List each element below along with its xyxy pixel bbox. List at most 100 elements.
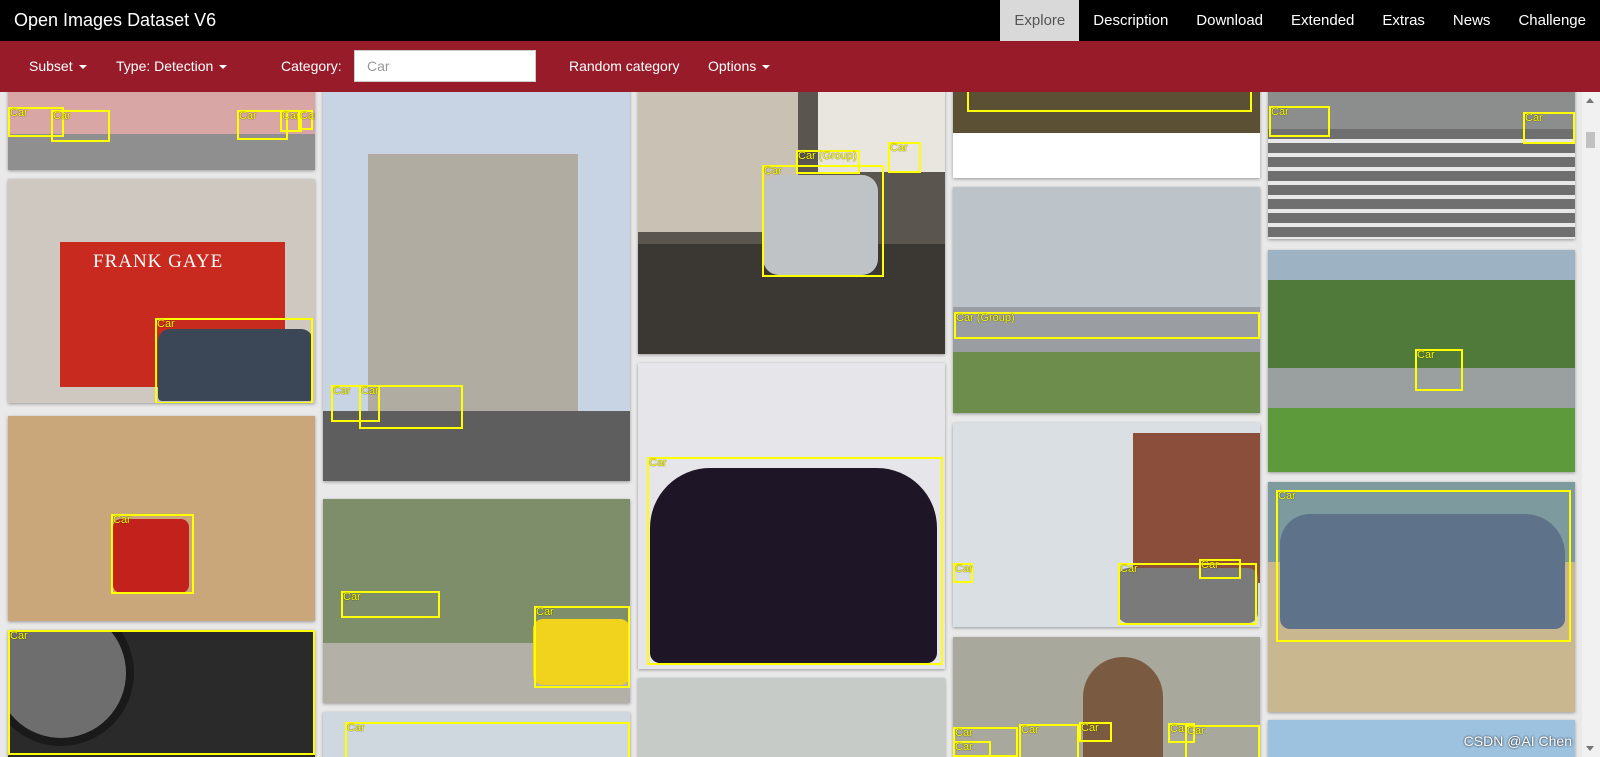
nav-description[interactable]: Description bbox=[1079, 0, 1182, 41]
bbox-label: Car bbox=[1271, 106, 1289, 118]
bbox: Car bbox=[953, 741, 991, 757]
watermark: CSDN @AI Chen bbox=[1463, 733, 1572, 749]
image-tile[interactable]: FRANK GAYE Car bbox=[8, 179, 315, 403]
bbox-label: Car bbox=[300, 110, 315, 122]
crosswalk-art bbox=[1268, 129, 1575, 239]
image-tile[interactable]: Car Car bbox=[1268, 92, 1575, 239]
image-tile[interactable]: Car Car Car Car Car Car bbox=[953, 637, 1260, 757]
bbox-label: Car bbox=[347, 722, 365, 734]
bbox: Car bbox=[1019, 724, 1079, 757]
bbox-label: Car bbox=[536, 606, 554, 618]
image-grid: Car Car Car Car Car FRANK GAYE Car Car C… bbox=[0, 92, 1580, 757]
bbox-label: Car bbox=[955, 741, 973, 753]
bbox: Car bbox=[1415, 349, 1463, 391]
subset-label: Subset bbox=[29, 58, 73, 74]
options-dropdown[interactable]: Options bbox=[708, 41, 771, 92]
caret-down-icon bbox=[219, 65, 228, 70]
bbox-label: Car bbox=[1021, 724, 1039, 736]
bbox: Car bbox=[762, 165, 884, 277]
bbox-label: Car bbox=[239, 110, 257, 122]
bbox-label: Car bbox=[1120, 563, 1138, 575]
random-category-button[interactable]: Random category bbox=[569, 41, 680, 92]
top-navbar: Open Images Dataset V6 Explore Descripti… bbox=[0, 0, 1600, 41]
bbox-label: Car bbox=[955, 563, 973, 575]
bbox: Car bbox=[111, 514, 194, 594]
options-label: Options bbox=[708, 58, 757, 74]
bbox: Car bbox=[51, 110, 110, 142]
bbox-label: Car bbox=[764, 165, 782, 177]
bbox: Car bbox=[1185, 725, 1260, 757]
bbox: Car bbox=[534, 606, 630, 688]
bbox: Car bbox=[953, 563, 973, 583]
bbox: Car (Group) bbox=[954, 312, 1260, 339]
bbox-label: Car bbox=[1187, 725, 1205, 737]
nav-explore[interactable]: Explore bbox=[1000, 0, 1080, 41]
nav-news[interactable]: News bbox=[1439, 0, 1505, 41]
bbox: Car bbox=[8, 630, 315, 755]
category-input[interactable] bbox=[354, 50, 536, 82]
image-tile[interactable]: Car bbox=[8, 630, 315, 757]
type-label: Type: Detection bbox=[116, 58, 214, 74]
bbox: Car bbox=[1523, 112, 1575, 144]
nav-challenge[interactable]: Challenge bbox=[1504, 0, 1600, 41]
bbox-label: Car bbox=[890, 142, 908, 154]
bbox: Car bbox=[647, 457, 943, 665]
image-tile[interactable]: Car (Group) bbox=[953, 187, 1260, 413]
bbox-label: Car bbox=[955, 727, 973, 739]
image-tile[interactable]: Car Car Car Car Car bbox=[8, 92, 315, 170]
image-tile[interactable]: Car Car bbox=[323, 92, 630, 481]
bbox-label: Car bbox=[10, 630, 28, 642]
nav-download[interactable]: Download bbox=[1182, 0, 1277, 41]
main-nav: Explore Description Download Extended Ex… bbox=[1000, 0, 1600, 41]
image-tile[interactable]: Car bbox=[1268, 250, 1575, 472]
image-tile[interactable] bbox=[638, 678, 945, 757]
image-tile[interactable]: Car bbox=[638, 363, 945, 669]
bbox-label: Car bbox=[10, 107, 28, 119]
bbox-label: Car bbox=[343, 591, 361, 603]
scroll-down-icon[interactable] bbox=[1586, 746, 1594, 751]
bbox-label: Car bbox=[113, 514, 131, 526]
image-tile[interactable]: Car bbox=[1268, 482, 1575, 712]
bbox: Car bbox=[1269, 106, 1330, 137]
image-tile[interactable]: Car (Group) Car Car bbox=[638, 92, 945, 354]
shop-sign: FRANK GAYE bbox=[93, 251, 224, 272]
scroll-thumb[interactable] bbox=[1586, 132, 1595, 148]
bbox-label: Car bbox=[1417, 349, 1435, 361]
nav-extended[interactable]: Extended bbox=[1277, 0, 1368, 41]
bbox: Car bbox=[298, 110, 315, 130]
site-title[interactable]: Open Images Dataset V6 bbox=[14, 0, 216, 41]
filter-toolbar: Subset Type: Detection Category: Random … bbox=[0, 41, 1600, 92]
bbox: Car bbox=[341, 591, 440, 618]
bbox: Car bbox=[345, 722, 630, 757]
bbox-label: Car bbox=[1081, 722, 1099, 734]
bbox-label: Car bbox=[157, 318, 175, 330]
bbox-label: Car bbox=[1201, 559, 1219, 571]
caret-down-icon bbox=[762, 65, 771, 70]
bbox: Car bbox=[888, 142, 921, 173]
person-art bbox=[1083, 657, 1163, 757]
caret-down-icon bbox=[78, 65, 87, 70]
image-tile[interactable]: Car Car bbox=[323, 499, 630, 703]
bbox bbox=[967, 92, 1252, 112]
bbox-label: Car bbox=[53, 110, 71, 122]
bbox: Car bbox=[1276, 490, 1571, 642]
bbox: Car bbox=[1079, 722, 1112, 742]
bbox-label: Car bbox=[1525, 112, 1543, 124]
type-dropdown[interactable]: Type: Detection bbox=[116, 41, 228, 92]
bbox: Car bbox=[155, 318, 313, 403]
bbox-label: Car bbox=[649, 457, 667, 469]
image-tile[interactable] bbox=[953, 92, 1260, 178]
subset-dropdown[interactable]: Subset bbox=[29, 41, 87, 92]
bbox-label: Car (Group) bbox=[956, 312, 1015, 324]
bbox-label: Car (Group) bbox=[798, 150, 857, 162]
bbox-label: Car bbox=[333, 385, 351, 397]
page-scrollbar[interactable] bbox=[1582, 92, 1600, 757]
image-tile[interactable]: Car bbox=[8, 416, 315, 621]
image-tile[interactable]: Car Car Car bbox=[953, 423, 1260, 627]
grass-art bbox=[1268, 408, 1575, 472]
scroll-up-icon[interactable] bbox=[1586, 98, 1594, 103]
nav-extras[interactable]: Extras bbox=[1368, 0, 1439, 41]
category-label: Category: bbox=[281, 58, 342, 74]
image-tile[interactable]: Car bbox=[323, 712, 630, 757]
bbox: Car bbox=[359, 385, 463, 429]
